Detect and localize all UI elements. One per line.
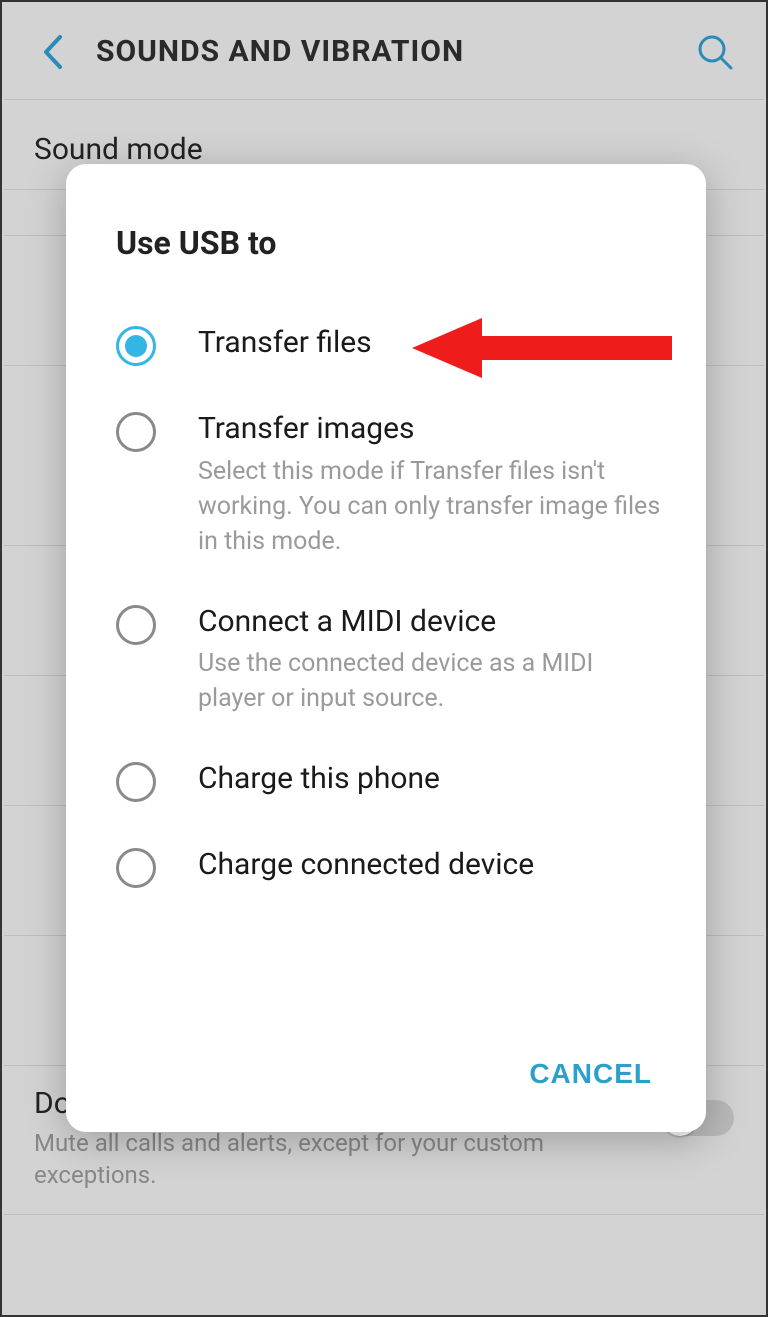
radio-icon (116, 326, 156, 366)
option-label: Charge this phone (198, 760, 662, 798)
option-label: Transfer files (198, 324, 662, 362)
option-label: Connect a MIDI device (198, 603, 662, 641)
radio-icon (116, 848, 156, 888)
setting-description: Mute all calls and alerts, except for yo… (34, 1127, 662, 1192)
cancel-button[interactable]: CANCEL (519, 1046, 662, 1102)
radio-icon (116, 412, 156, 452)
dialog-actions: CANCEL (116, 1026, 662, 1102)
option-label: Charge connected device (198, 846, 662, 884)
option-description: Select this mode if Transfer files isn't… (198, 454, 662, 559)
option-description: Use the connected device as a MIDI playe… (198, 646, 662, 716)
usb-dialog: Use USB to Transfer files Transfer image… (66, 164, 706, 1132)
setting-label: Sound mode (34, 132, 734, 167)
option-transfer-images[interactable]: Transfer images Select this mode if Tran… (116, 388, 662, 581)
option-charge-device[interactable]: Charge connected device (116, 824, 662, 910)
dialog-title: Use USB to (116, 224, 662, 262)
option-charge-phone[interactable]: Charge this phone (116, 738, 662, 824)
option-transfer-files[interactable]: Transfer files (116, 302, 662, 388)
option-midi[interactable]: Connect a MIDI device Use the connected … (116, 581, 662, 739)
radio-icon (116, 605, 156, 645)
radio-icon (116, 762, 156, 802)
back-icon[interactable] (32, 32, 72, 72)
option-label: Transfer images (198, 410, 662, 448)
page-title: SOUNDS AND VIBRATION (96, 34, 694, 69)
app-header: SOUNDS AND VIBRATION (4, 4, 764, 100)
search-icon[interactable] (694, 31, 736, 73)
